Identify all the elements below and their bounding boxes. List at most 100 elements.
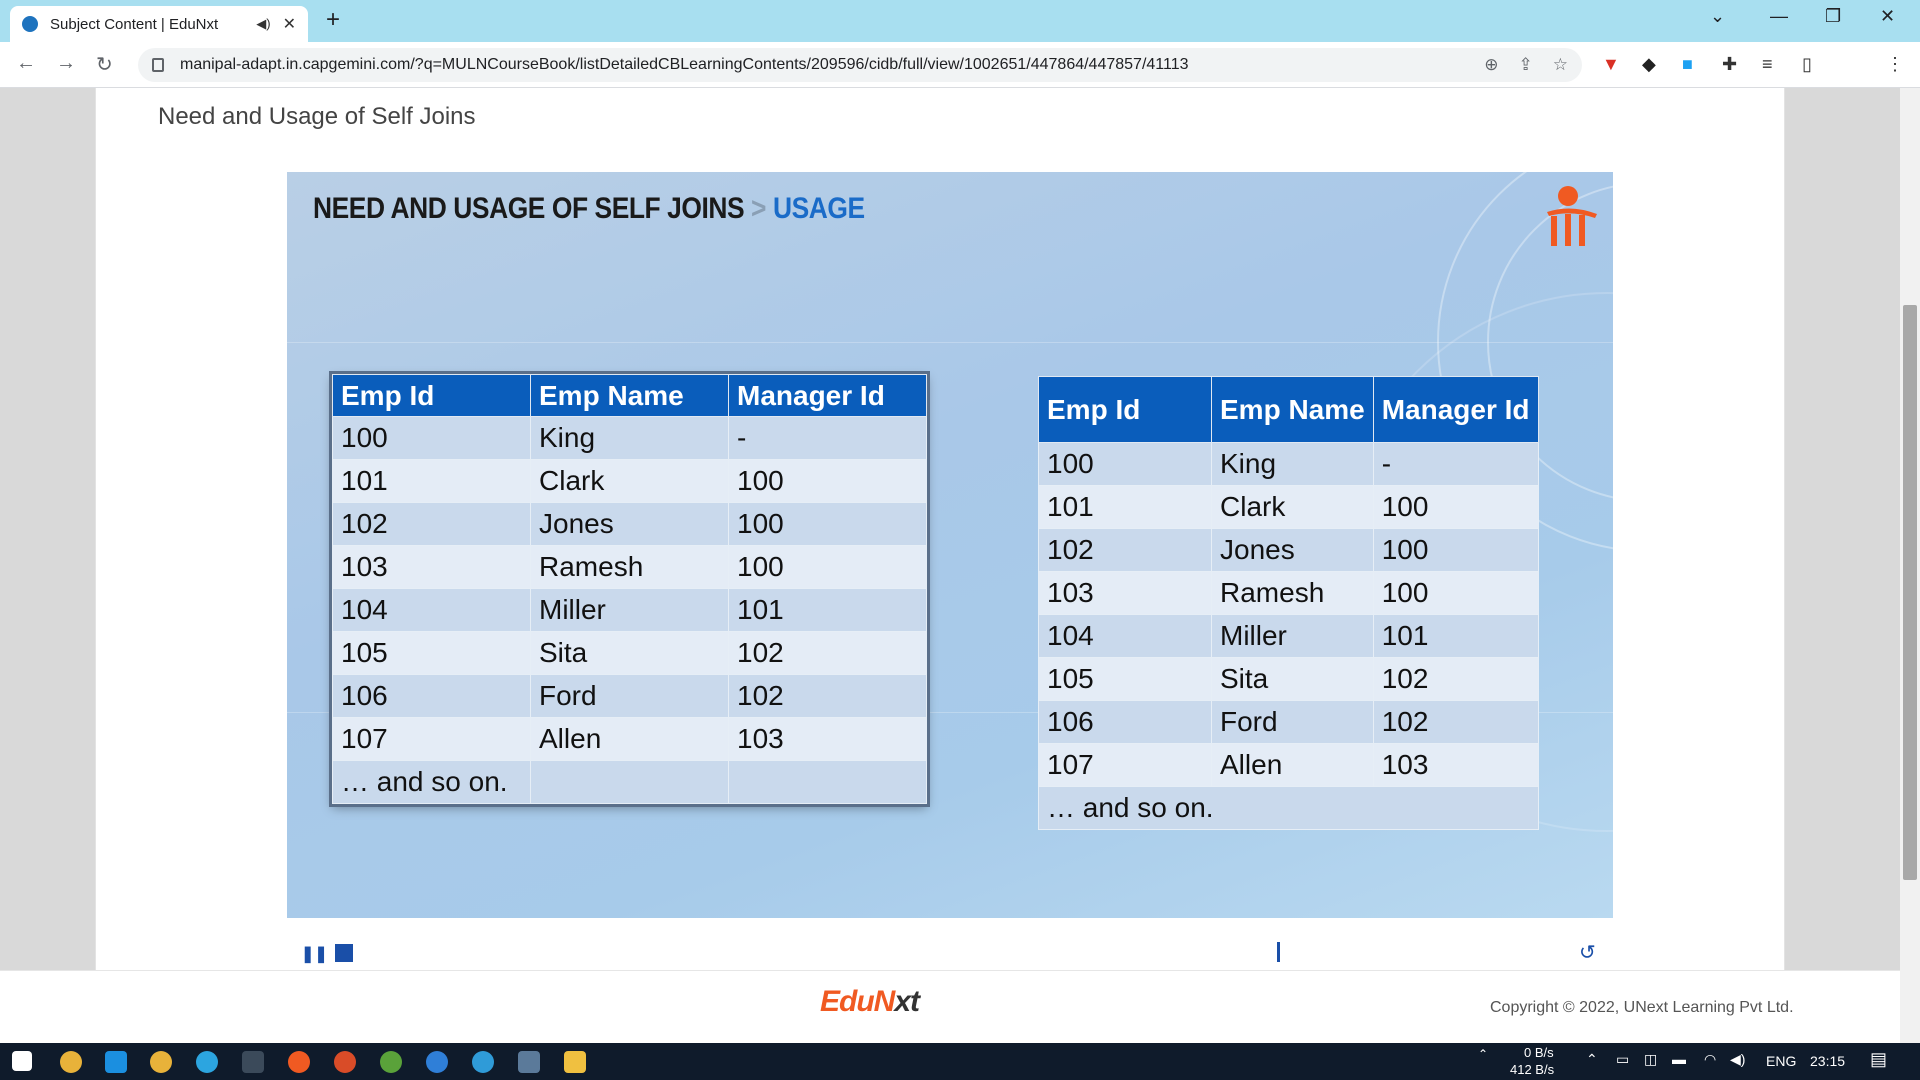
column-header: Emp Id (1038, 376, 1212, 443)
table-cell: Sita (530, 631, 729, 675)
zoom-icon[interactable]: ⊕ (1484, 55, 1498, 75)
browser-menu-icon[interactable]: ⋮ (1886, 54, 1904, 75)
column-header: Emp Id (332, 374, 531, 417)
scrollbar-thumb[interactable] (1903, 305, 1917, 880)
tray-chevron-icon[interactable]: ⌃ (1478, 1047, 1488, 1061)
table-cell: Allen (530, 717, 729, 761)
table-cell: 107 (332, 717, 531, 761)
postman-taskbar-icon[interactable] (288, 1051, 310, 1073)
table-footer-cell: … and so on. (1038, 786, 1539, 830)
bookmark-star-icon[interactable]: ☆ (1553, 55, 1568, 75)
table-cell: 100 (728, 545, 927, 589)
table-row: … and so on. (332, 760, 927, 804)
slide-title-sub: USAGE (772, 192, 865, 225)
column-header: Manager Id (728, 374, 927, 417)
image-app-taskbar-icon[interactable] (518, 1051, 540, 1073)
speaker-icon[interactable]: ◀) (256, 16, 270, 32)
table-cell: 102 (728, 674, 927, 718)
table-cell: 100 (1038, 442, 1212, 486)
green-app-taskbar-icon[interactable] (380, 1051, 402, 1073)
forward-button[interactable]: → (56, 52, 76, 75)
table-cell: 105 (332, 631, 531, 675)
p-app-taskbar-icon[interactable] (334, 1051, 356, 1073)
table-row: 102 Jones 100 (332, 502, 927, 546)
table-cell: Ramesh (1211, 571, 1374, 615)
table-cell: Ford (1211, 700, 1374, 744)
restore-button[interactable]: ❐ (1825, 6, 1841, 27)
file-explorer-taskbar-icon[interactable] (564, 1051, 586, 1073)
new-tab-button[interactable]: + (326, 6, 340, 34)
tablet-icon[interactable]: ▭ (1616, 1051, 1629, 1068)
reload-button[interactable]: ↻ (96, 52, 113, 77)
media-control-icon[interactable]: ≡ (1762, 54, 1773, 75)
wifi-icon[interactable]: ◠ (1704, 1051, 1716, 1068)
table-cell: 107 (1038, 743, 1212, 787)
table-cell: 103 (728, 717, 927, 761)
table-cell: 104 (1038, 614, 1212, 658)
lock-icon[interactable] (152, 58, 164, 72)
browser-tab-strip: Subject Content | EduNxt ◀) ✕ + ⌄ — ❐ ✕ (0, 0, 1920, 42)
meet-icon[interactable]: ◫ (1644, 1051, 1657, 1068)
table-cell: Clark (530, 459, 729, 503)
column-header: Manager Id (1372, 376, 1539, 443)
url-text[interactable]: manipal-adapt.in.capgemini.com/?q=MULNCo… (180, 56, 1464, 74)
table-cell: Miller (1211, 614, 1374, 658)
minimize-button[interactable]: — (1770, 6, 1788, 27)
vscode-taskbar-icon[interactable] (105, 1051, 127, 1073)
table-cell: 106 (1038, 700, 1212, 744)
address-bar[interactable]: manipal-adapt.in.capgemini.com/?q=MULNCo… (138, 48, 1582, 82)
table-cell: Miller (530, 588, 729, 632)
extension-s-icon[interactable]: ■ (1682, 54, 1693, 75)
table-cell: Clark (1211, 485, 1374, 529)
edge-taskbar-icon[interactable] (472, 1051, 494, 1073)
tab-search-chevron-icon[interactable]: ⌄ (1710, 6, 1725, 27)
browser-taskbar-icon[interactable] (426, 1051, 448, 1073)
chrome-active-taskbar-icon[interactable] (150, 1051, 172, 1073)
table-row: 101 Clark 100 (1038, 485, 1539, 529)
battery-icon[interactable]: ▬ (1672, 1051, 1686, 1067)
extension-ghost-icon[interactable]: ◆ (1642, 54, 1656, 75)
share-icon[interactable]: ⇪ (1519, 55, 1533, 75)
table-row: 107 Allen 103 (1038, 743, 1539, 787)
side-panel-icon[interactable]: ▯ (1802, 54, 1812, 75)
column-header: Emp Name (530, 374, 729, 417)
settings-taskbar-icon[interactable] (242, 1051, 264, 1073)
copyright-text: Copyright © 2022, UNext Learning Pvt Ltd… (1490, 999, 1794, 1016)
progress-marker[interactable] (1277, 942, 1280, 962)
stop-icon[interactable] (335, 944, 353, 962)
replay-icon[interactable]: ↺ (1579, 940, 1596, 965)
table-cell: 100 (332, 416, 531, 460)
player-controls: ❚❚ ↺ (287, 940, 1613, 970)
extensions-puzzle-icon[interactable]: ✚ (1722, 54, 1737, 75)
language-indicator[interactable]: ENG (1766, 1053, 1796, 1069)
table-cell: Jones (1211, 528, 1374, 572)
table-cell: King (1211, 442, 1374, 486)
table-cell: 102 (332, 502, 531, 546)
table-cell: … and so on. (332, 760, 531, 804)
table-cell: - (1372, 442, 1539, 486)
table-cell: Sita (1211, 657, 1374, 701)
close-window-button[interactable]: ✕ (1880, 6, 1895, 27)
table-header-row: Emp Id Emp Name Manager Id (1038, 376, 1539, 443)
lesson-slide: NEED AND USAGE OF SELF JOINS > USAGE Emp… (287, 172, 1613, 918)
browser-toolbar: ← → ↻ manipal-adapt.in.capgemini.com/?q=… (0, 42, 1920, 121)
windows-start-icon[interactable] (12, 1051, 32, 1071)
notification-center-icon[interactable]: ▤ (1870, 1049, 1887, 1070)
tab-title: Subject Content | EduNxt (50, 15, 219, 33)
volume-icon[interactable]: ◀) (1730, 1051, 1745, 1068)
employee-table-right: Emp Id Emp Name Manager Id 100 King - 101 C… (1038, 376, 1539, 830)
back-button[interactable]: ← (16, 52, 36, 75)
browser-tab[interactable]: Subject Content | EduNxt ◀) ✕ (10, 6, 308, 42)
table-row: 101 Clark 100 (332, 459, 927, 503)
employee-table-left: Emp Id Emp Name Manager Id 100 King - 101 C… (332, 374, 927, 804)
page-title: Need and Usage of Self Joins (158, 103, 476, 130)
pause-icon[interactable]: ❚❚ (301, 944, 328, 964)
table-row: 105 Sita 102 (1038, 657, 1539, 701)
tab-close-icon[interactable]: ✕ (283, 14, 296, 34)
chrome-taskbar-icon[interactable] (60, 1051, 82, 1073)
extension-pocket-icon[interactable]: ▼ (1602, 54, 1620, 75)
telegram-taskbar-icon[interactable] (196, 1051, 218, 1073)
clock-time[interactable]: 23:15 (1810, 1053, 1845, 1069)
table-cell: 105 (1038, 657, 1212, 701)
show-hidden-icons-icon[interactable]: ⌃ (1586, 1051, 1598, 1068)
